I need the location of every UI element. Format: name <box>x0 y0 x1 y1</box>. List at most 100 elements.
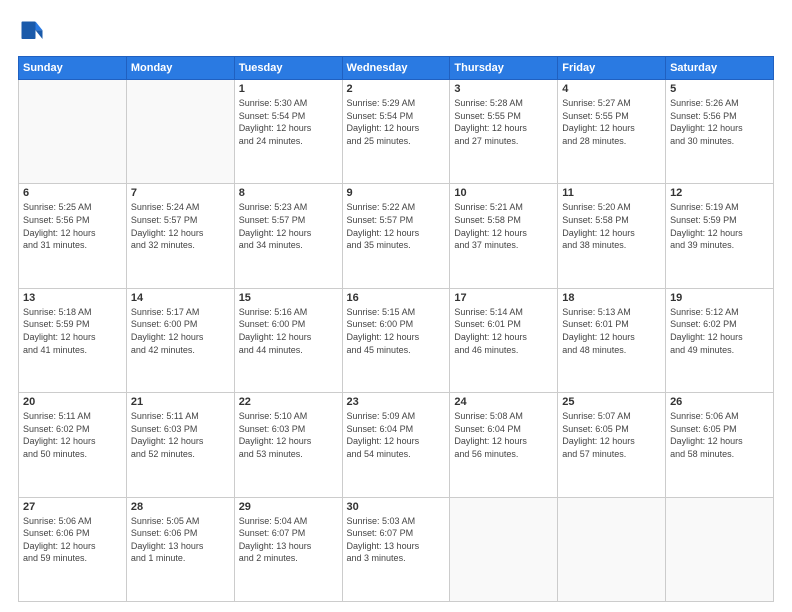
day-info: Sunrise: 5:04 AMSunset: 6:07 PMDaylight:… <box>239 515 338 565</box>
day-cell: 17 Sunrise: 5:14 AMSunset: 6:01 PMDayligh… <box>450 288 558 392</box>
day-cell: 27Sunrise: 5:06 AMSunset: 6:06 PMDayligh… <box>19 497 127 601</box>
logo <box>18 18 50 46</box>
day-cell: 7 Sunrise: 5:24 AMSunset: 5:57 PMDaylight… <box>126 184 234 288</box>
day-info: Sunrise: 5:26 AMSunset: 5:56 PMDaylight:… <box>670 97 769 147</box>
day-info: Sunrise: 5:29 AMSunset: 5:54 PMDaylight:… <box>347 97 446 147</box>
week-row-4: 20 Sunrise: 5:11 AMSunset: 6:02 PMDayligh… <box>19 393 774 497</box>
week-row-2: 6 Sunrise: 5:25 AMSunset: 5:56 PMDaylight… <box>19 184 774 288</box>
calendar-table: SundayMondayTuesdayWednesdayThursdayFrid… <box>18 56 774 602</box>
day-cell: 19Sunrise: 5:12 AMSunset: 6:02 PMDayligh… <box>666 288 774 392</box>
day-info: Sunrise: 5:06 AMSunset: 6:05 PMDaylight:… <box>670 410 769 460</box>
logo-icon <box>18 18 46 46</box>
weekday-header-sunday: Sunday <box>19 57 127 80</box>
day-number: 11 <box>562 187 661 199</box>
day-info: Sunrise: 5:15 AMSunset: 6:00 PMDaylight:… <box>347 306 446 356</box>
day-cell: 25 Sunrise: 5:07 AMSunset: 6:05 PMDayligh… <box>558 393 666 497</box>
day-number: 15 <box>239 292 338 304</box>
day-number: 26 <box>670 396 769 408</box>
day-cell <box>558 497 666 601</box>
day-number: 12 <box>670 187 769 199</box>
day-info: Sunrise: 5:18 AMSunset: 5:59 PMDaylight:… <box>23 306 122 356</box>
day-info: Sunrise: 5:25 AMSunset: 5:56 PMDaylight:… <box>23 201 122 251</box>
day-cell: 20 Sunrise: 5:11 AMSunset: 6:02 PMDayligh… <box>19 393 127 497</box>
day-cell: 3 Sunrise: 5:28 AMSunset: 5:55 PMDaylight… <box>450 80 558 184</box>
day-info: Sunrise: 5:07 AMSunset: 6:05 PMDaylight:… <box>562 410 661 460</box>
day-cell: 30 Sunrise: 5:03 AMSunset: 6:07 PMDayligh… <box>342 497 450 601</box>
day-info: Sunrise: 5:28 AMSunset: 5:55 PMDaylight:… <box>454 97 553 147</box>
day-info: Sunrise: 5:30 AMSunset: 5:54 PMDaylight:… <box>239 97 338 147</box>
day-number: 23 <box>347 396 446 408</box>
day-info: Sunrise: 5:27 AMSunset: 5:55 PMDaylight:… <box>562 97 661 147</box>
day-cell: 9Sunrise: 5:22 AMSunset: 5:57 PMDaylight… <box>342 184 450 288</box>
day-info: Sunrise: 5:13 AMSunset: 6:01 PMDaylight:… <box>562 306 661 356</box>
day-cell: 23 Sunrise: 5:09 AMSunset: 6:04 PMDayligh… <box>342 393 450 497</box>
day-number: 10 <box>454 187 553 199</box>
day-info: Sunrise: 5:03 AMSunset: 6:07 PMDaylight:… <box>347 515 446 565</box>
day-info: Sunrise: 5:11 AMSunset: 6:03 PMDaylight:… <box>131 410 230 460</box>
day-number: 19 <box>670 292 769 304</box>
day-info: Sunrise: 5:14 AMSunset: 6:01 PMDaylight:… <box>454 306 553 356</box>
day-number: 24 <box>454 396 553 408</box>
weekday-header-thursday: Thursday <box>450 57 558 80</box>
week-row-3: 13 Sunrise: 5:18 AMSunset: 5:59 PMDayligh… <box>19 288 774 392</box>
day-cell: 12 Sunrise: 5:19 AMSunset: 5:59 PMDayligh… <box>666 184 774 288</box>
day-info: Sunrise: 5:20 AMSunset: 5:58 PMDaylight:… <box>562 201 661 251</box>
day-number: 25 <box>562 396 661 408</box>
day-cell: 26 Sunrise: 5:06 AMSunset: 6:05 PMDayligh… <box>666 393 774 497</box>
day-cell: 14Sunrise: 5:17 AMSunset: 6:00 PMDayligh… <box>126 288 234 392</box>
day-cell: 15 Sunrise: 5:16 AMSunset: 6:00 PMDayligh… <box>234 288 342 392</box>
day-number: 13 <box>23 292 122 304</box>
day-info: Sunrise: 5:05 AMSunset: 6:06 PMDaylight:… <box>131 515 230 565</box>
day-number: 4 <box>562 83 661 95</box>
day-cell: 21 Sunrise: 5:11 AMSunset: 6:03 PMDayligh… <box>126 393 234 497</box>
day-cell <box>19 80 127 184</box>
day-number: 30 <box>347 501 446 513</box>
day-info: Sunrise: 5:24 AMSunset: 5:57 PMDaylight:… <box>131 201 230 251</box>
day-cell: 8 Sunrise: 5:23 AMSunset: 5:57 PMDaylight… <box>234 184 342 288</box>
day-cell: 28 Sunrise: 5:05 AMSunset: 6:06 PMDayligh… <box>126 497 234 601</box>
day-cell: 10 Sunrise: 5:21 AMSunset: 5:58 PMDayligh… <box>450 184 558 288</box>
day-info: Sunrise: 5:08 AMSunset: 6:04 PMDaylight:… <box>454 410 553 460</box>
week-row-1: 1Sunrise: 5:30 AMSunset: 5:54 PMDaylight… <box>19 80 774 184</box>
day-cell <box>450 497 558 601</box>
day-info: Sunrise: 5:11 AMSunset: 6:02 PMDaylight:… <box>23 410 122 460</box>
day-info: Sunrise: 5:16 AMSunset: 6:00 PMDaylight:… <box>239 306 338 356</box>
page: SundayMondayTuesdayWednesdayThursdayFrid… <box>0 0 792 612</box>
day-info: Sunrise: 5:22 AMSunset: 5:57 PMDaylight:… <box>347 201 446 251</box>
weekday-header-saturday: Saturday <box>666 57 774 80</box>
day-number: 6 <box>23 187 122 199</box>
day-info: Sunrise: 5:21 AMSunset: 5:58 PMDaylight:… <box>454 201 553 251</box>
day-number: 17 <box>454 292 553 304</box>
weekday-header-wednesday: Wednesday <box>342 57 450 80</box>
day-number: 22 <box>239 396 338 408</box>
weekday-header-friday: Friday <box>558 57 666 80</box>
day-cell: 11 Sunrise: 5:20 AMSunset: 5:58 PMDayligh… <box>558 184 666 288</box>
day-cell: 16 Sunrise: 5:15 AMSunset: 6:00 PMDayligh… <box>342 288 450 392</box>
day-cell: 5 Sunrise: 5:26 AMSunset: 5:56 PMDaylight… <box>666 80 774 184</box>
day-number: 18 <box>562 292 661 304</box>
header <box>18 18 774 46</box>
day-number: 3 <box>454 83 553 95</box>
day-number: 7 <box>131 187 230 199</box>
day-number: 20 <box>23 396 122 408</box>
day-cell: 2Sunrise: 5:29 AMSunset: 5:54 PMDaylight… <box>342 80 450 184</box>
weekday-header-row: SundayMondayTuesdayWednesdayThursdayFrid… <box>19 57 774 80</box>
day-cell <box>126 80 234 184</box>
day-info: Sunrise: 5:23 AMSunset: 5:57 PMDaylight:… <box>239 201 338 251</box>
day-info: Sunrise: 5:09 AMSunset: 6:04 PMDaylight:… <box>347 410 446 460</box>
day-number: 21 <box>131 396 230 408</box>
day-info: Sunrise: 5:06 AMSunset: 6:06 PMDaylight:… <box>23 515 122 565</box>
day-info: Sunrise: 5:10 AMSunset: 6:03 PMDaylight:… <box>239 410 338 460</box>
day-number: 5 <box>670 83 769 95</box>
day-cell: 29 Sunrise: 5:04 AMSunset: 6:07 PMDayligh… <box>234 497 342 601</box>
day-cell: 1Sunrise: 5:30 AMSunset: 5:54 PMDaylight… <box>234 80 342 184</box>
day-number: 28 <box>131 501 230 513</box>
day-number: 8 <box>239 187 338 199</box>
day-cell: 6 Sunrise: 5:25 AMSunset: 5:56 PMDaylight… <box>19 184 127 288</box>
weekday-header-tuesday: Tuesday <box>234 57 342 80</box>
day-cell: 13 Sunrise: 5:18 AMSunset: 5:59 PMDayligh… <box>19 288 127 392</box>
day-number: 16 <box>347 292 446 304</box>
day-cell: 22 Sunrise: 5:10 AMSunset: 6:03 PMDayligh… <box>234 393 342 497</box>
day-info: Sunrise: 5:19 AMSunset: 5:59 PMDaylight:… <box>670 201 769 251</box>
day-number: 29 <box>239 501 338 513</box>
